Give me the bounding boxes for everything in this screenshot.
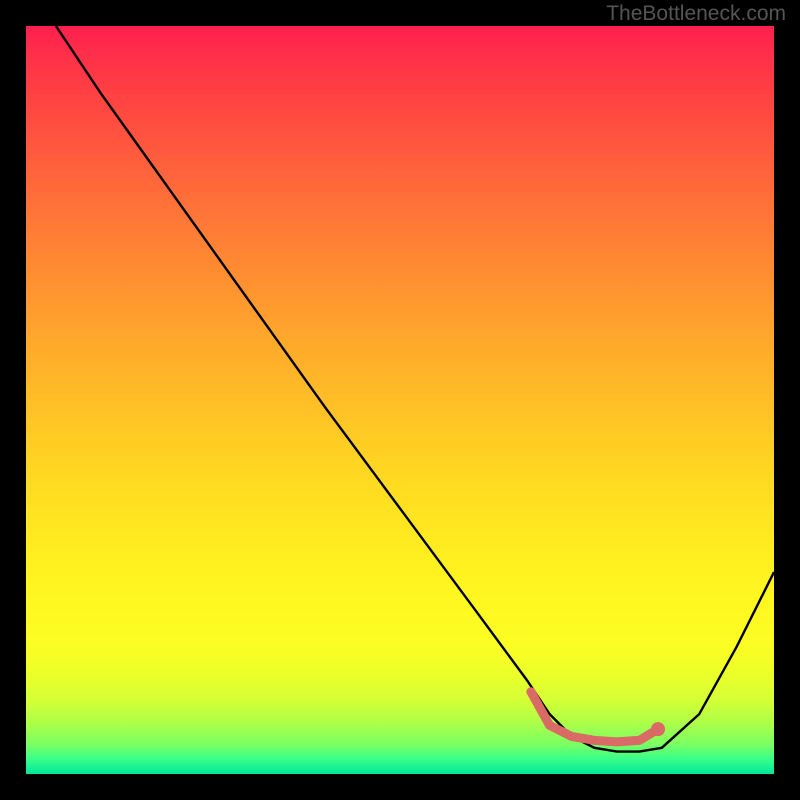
watermark-text: TheBottleneck.com bbox=[606, 2, 786, 26]
chart-svg bbox=[26, 26, 774, 774]
highlight-curve-path bbox=[531, 692, 658, 742]
main-curve-path bbox=[56, 26, 774, 752]
highlight-end-marker bbox=[651, 722, 665, 736]
plot-area bbox=[26, 26, 774, 774]
